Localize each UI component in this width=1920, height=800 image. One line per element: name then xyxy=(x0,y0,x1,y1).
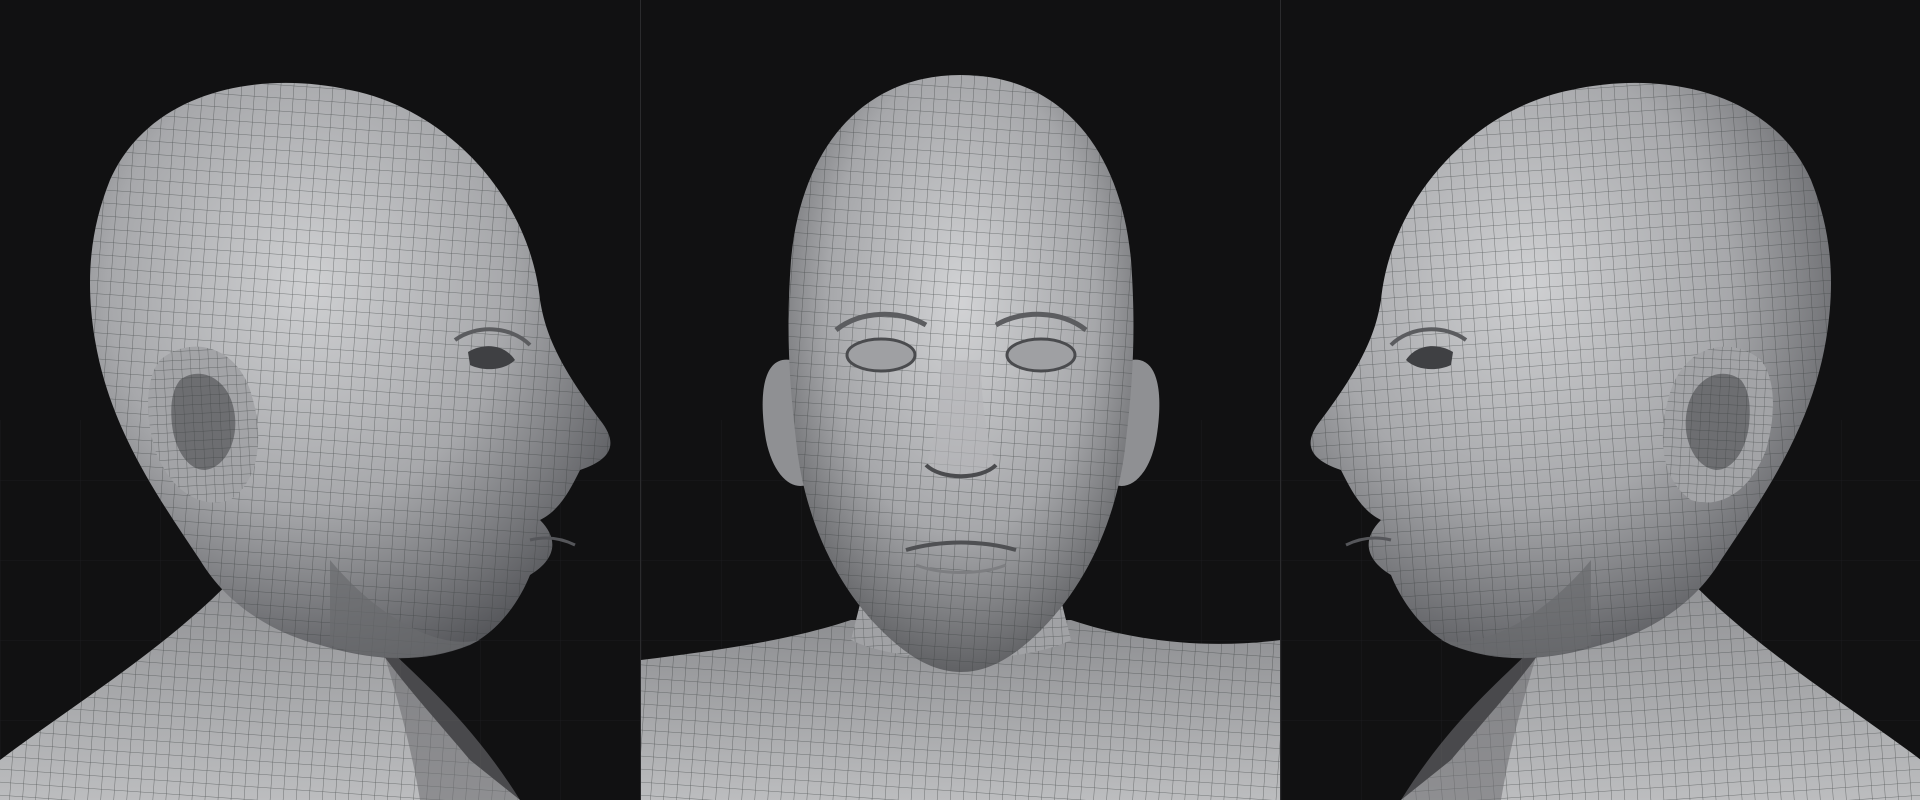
turnaround-strip xyxy=(0,0,1920,800)
head-front-render xyxy=(641,0,1280,800)
head-right-profile-render xyxy=(0,0,640,800)
view-left-profile xyxy=(1280,0,1920,800)
view-right-profile xyxy=(0,0,640,800)
head-left-profile-render xyxy=(1281,0,1920,800)
view-front xyxy=(640,0,1280,800)
